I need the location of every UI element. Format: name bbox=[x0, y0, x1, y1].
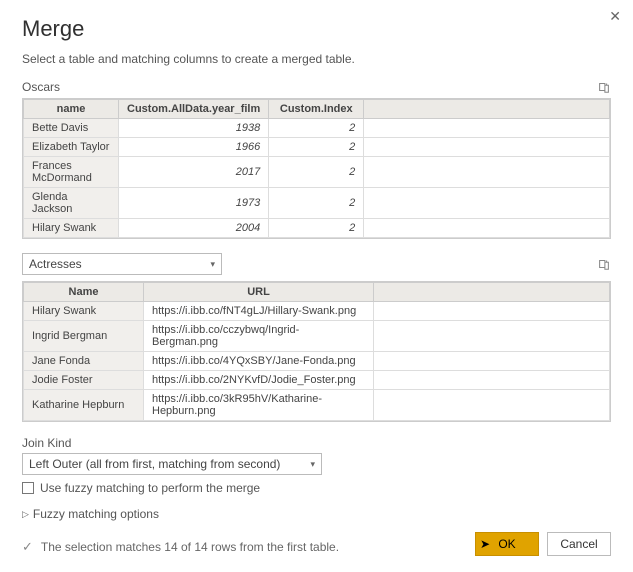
column-header-blank bbox=[364, 100, 610, 119]
chevron-down-icon: ▾ bbox=[210, 259, 215, 270]
status-text: The selection matches 14 of 14 rows from… bbox=[41, 540, 339, 554]
chevron-right-icon: ▷ bbox=[22, 509, 29, 520]
chevron-down-icon: ▾ bbox=[310, 459, 315, 470]
join-kind-label: Join Kind bbox=[22, 436, 611, 450]
fuzzy-match-label: Use fuzzy matching to perform the merge bbox=[40, 481, 260, 495]
refresh-icon[interactable] bbox=[597, 80, 611, 94]
table-header-row: Name URL bbox=[24, 283, 610, 302]
column-header[interactable]: URL bbox=[144, 283, 374, 302]
first-table-label: Oscars bbox=[22, 80, 60, 94]
join-kind-select[interactable]: Left Outer (all from first, matching fro… bbox=[22, 453, 322, 475]
column-header[interactable]: Custom.AllData.year_film bbox=[119, 100, 269, 119]
dialog-title: Merge bbox=[22, 16, 611, 42]
check-icon: ✓ bbox=[22, 539, 33, 555]
table-row[interactable]: Katharine Hepburnhttps://i.ibb.co/3kR95h… bbox=[24, 390, 610, 421]
column-header-blank bbox=[374, 283, 610, 302]
column-header[interactable]: Name bbox=[24, 283, 144, 302]
second-table-preview: Name URL Hilary Swankhttps://i.ibb.co/fN… bbox=[22, 281, 611, 422]
table-row[interactable]: Ingrid Bergmanhttps://i.ibb.co/cczybwq/I… bbox=[24, 321, 610, 352]
ok-label: OK bbox=[498, 537, 515, 551]
table-row[interactable]: Elizabeth Taylor19662 bbox=[24, 138, 610, 157]
ok-button[interactable]: ➤ OK bbox=[475, 532, 539, 556]
column-header[interactable]: name bbox=[24, 100, 119, 119]
table-header-row: name Custom.AllData.year_film Custom.Ind… bbox=[24, 100, 610, 119]
select-value: Actresses bbox=[29, 257, 82, 271]
table-row[interactable]: Hilary Swank20042 bbox=[24, 219, 610, 238]
merge-dialog: ✕ Merge Select a table and matching colu… bbox=[0, 0, 633, 572]
fuzzy-options-expander[interactable]: ▷ Fuzzy matching options bbox=[22, 507, 611, 521]
column-header[interactable]: Custom.Index bbox=[269, 100, 364, 119]
table-row[interactable]: Jane Fondahttps://i.ibb.co/4YQxSBY/Jane-… bbox=[24, 352, 610, 371]
table-row[interactable]: Bette Davis19382 bbox=[24, 119, 610, 138]
refresh-icon[interactable] bbox=[597, 257, 611, 271]
fuzzy-match-checkbox[interactable] bbox=[22, 482, 34, 494]
table-row[interactable]: Frances McDormand20172 bbox=[24, 157, 610, 188]
table-row[interactable]: Jodie Fosterhttps://i.ibb.co/2NYKvfD/Jod… bbox=[24, 371, 610, 390]
select-value: Left Outer (all from first, matching fro… bbox=[29, 457, 280, 471]
fuzzy-options-label: Fuzzy matching options bbox=[33, 507, 159, 521]
first-table-preview: name Custom.AllData.year_film Custom.Ind… bbox=[22, 98, 611, 239]
cancel-label: Cancel bbox=[560, 537, 597, 551]
cursor-icon: ➤ bbox=[480, 537, 490, 551]
close-icon[interactable]: ✕ bbox=[609, 8, 621, 25]
table-row[interactable]: Glenda Jackson19732 bbox=[24, 188, 610, 219]
second-table-select[interactable]: Actresses ▾ bbox=[22, 253, 222, 275]
table-row[interactable]: Hilary Swankhttps://i.ibb.co/fNT4gLJ/Hil… bbox=[24, 302, 610, 321]
dialog-subtitle: Select a table and matching columns to c… bbox=[22, 52, 611, 66]
cancel-button[interactable]: Cancel bbox=[547, 532, 611, 556]
